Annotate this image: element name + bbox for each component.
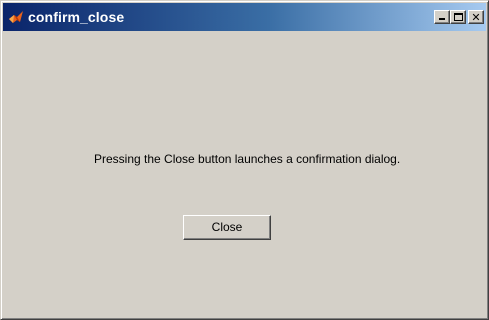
maximize-button[interactable] <box>450 10 466 24</box>
minimize-icon <box>439 18 445 20</box>
matlab-icon <box>8 9 24 25</box>
window-title: confirm_close <box>28 9 125 25</box>
window-controls: ✕ <box>434 10 484 24</box>
minimize-button[interactable] <box>434 10 450 24</box>
instruction-text: Pressing the Close button launches a con… <box>94 152 401 166</box>
close-button[interactable]: Close <box>183 215 271 240</box>
figure-window: confirm_close ✕ Pressing the Close butto… <box>0 0 489 320</box>
figure-content: Pressing the Close button launches a con… <box>3 31 486 317</box>
close-icon: ✕ <box>471 10 481 24</box>
window-close-button[interactable]: ✕ <box>468 10 484 24</box>
maximize-icon <box>454 13 463 21</box>
title-bar[interactable]: confirm_close ✕ <box>3 3 486 31</box>
